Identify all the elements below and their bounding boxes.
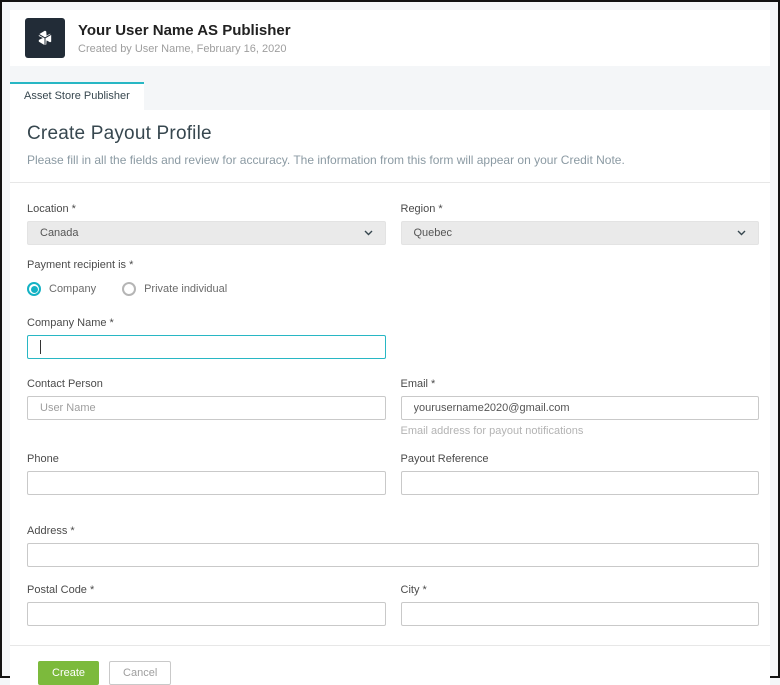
payout-profile-form: Location * Canada Region * Quebec <box>10 183 770 645</box>
location-selected-value: Canada <box>40 227 79 239</box>
unity-logo-icon <box>25 18 65 58</box>
payout-reference-input[interactable] <box>401 471 760 495</box>
region-select[interactable]: Quebec <box>401 221 760 245</box>
radio-selected-icon <box>27 282 41 296</box>
company-name-field-group: Company Name * <box>27 317 759 359</box>
publisher-title: Your User Name AS Publisher <box>78 22 291 40</box>
page-description: Please fill in all the fields and review… <box>27 153 753 167</box>
city-label: City * <box>401 584 760 596</box>
radio-company[interactable]: Company <box>27 282 96 296</box>
email-label: Email * <box>401 378 760 390</box>
contact-person-field-group: Contact Person <box>27 378 386 437</box>
address-input[interactable] <box>27 543 759 567</box>
publisher-subtitle: Created by User Name, February 16, 2020 <box>78 43 291 55</box>
radio-private-individual[interactable]: Private individual <box>122 282 227 296</box>
payment-recipient-label: Payment recipient is * <box>27 259 759 271</box>
radio-company-label: Company <box>49 283 96 295</box>
chevron-down-icon <box>737 230 746 236</box>
text-cursor <box>40 340 41 354</box>
company-name-input-wrap <box>27 335 386 359</box>
company-name-label: Company Name * <box>27 317 759 329</box>
tab-asset-store-publisher[interactable]: Asset Store Publisher <box>10 82 144 110</box>
city-field-group: City * <box>401 584 760 626</box>
location-label: Location * <box>27 203 386 215</box>
contact-person-label: Contact Person <box>27 378 386 390</box>
postal-code-input[interactable] <box>27 602 386 626</box>
payout-reference-label: Payout Reference <box>401 453 760 465</box>
phone-field-group: Phone <box>27 453 386 495</box>
header-text-block: Your User Name AS Publisher Created by U… <box>78 22 291 55</box>
location-select[interactable]: Canada <box>27 221 386 245</box>
radio-private-individual-label: Private individual <box>144 283 227 295</box>
address-label: Address * <box>27 525 759 537</box>
payment-recipient-group: Payment recipient is * Company Private i… <box>27 259 759 296</box>
chevron-down-icon <box>364 230 373 236</box>
radio-unselected-icon <box>122 282 136 296</box>
email-helper-text: Email address for payout notifications <box>401 425 760 437</box>
phone-label: Phone <box>27 453 386 465</box>
payment-recipient-radios: Company Private individual <box>27 282 759 296</box>
postal-code-label: Postal Code * <box>27 584 386 596</box>
publisher-header: Your User Name AS Publisher Created by U… <box>10 10 770 66</box>
location-field-group: Location * Canada <box>27 203 386 245</box>
create-payout-profile-panel: Create Payout Profile Please fill in all… <box>10 110 770 685</box>
create-button[interactable]: Create <box>38 661 99 685</box>
phone-input[interactable] <box>27 471 386 495</box>
payout-reference-field-group: Payout Reference <box>401 453 760 495</box>
page-title: Create Payout Profile <box>27 123 753 145</box>
email-input[interactable] <box>401 396 760 420</box>
company-name-input[interactable] <box>27 335 386 359</box>
region-field-group: Region * Quebec <box>401 203 760 245</box>
contact-person-input[interactable] <box>27 396 386 420</box>
region-selected-value: Quebec <box>414 227 453 239</box>
city-input[interactable] <box>401 602 760 626</box>
panel-intro: Create Payout Profile Please fill in all… <box>10 110 770 182</box>
publisher-portal-page: { "header": { "title": "Your User Name A… <box>0 0 780 678</box>
region-label: Region * <box>401 203 760 215</box>
form-actions: Create Cancel <box>10 646 770 685</box>
address-field-group: Address * <box>27 525 759 567</box>
postal-code-field-group: Postal Code * <box>27 584 386 626</box>
tab-bar: Asset Store Publisher <box>10 82 770 110</box>
cancel-button[interactable]: Cancel <box>109 661 171 685</box>
email-field-group: Email * Email address for payout notific… <box>401 378 760 437</box>
